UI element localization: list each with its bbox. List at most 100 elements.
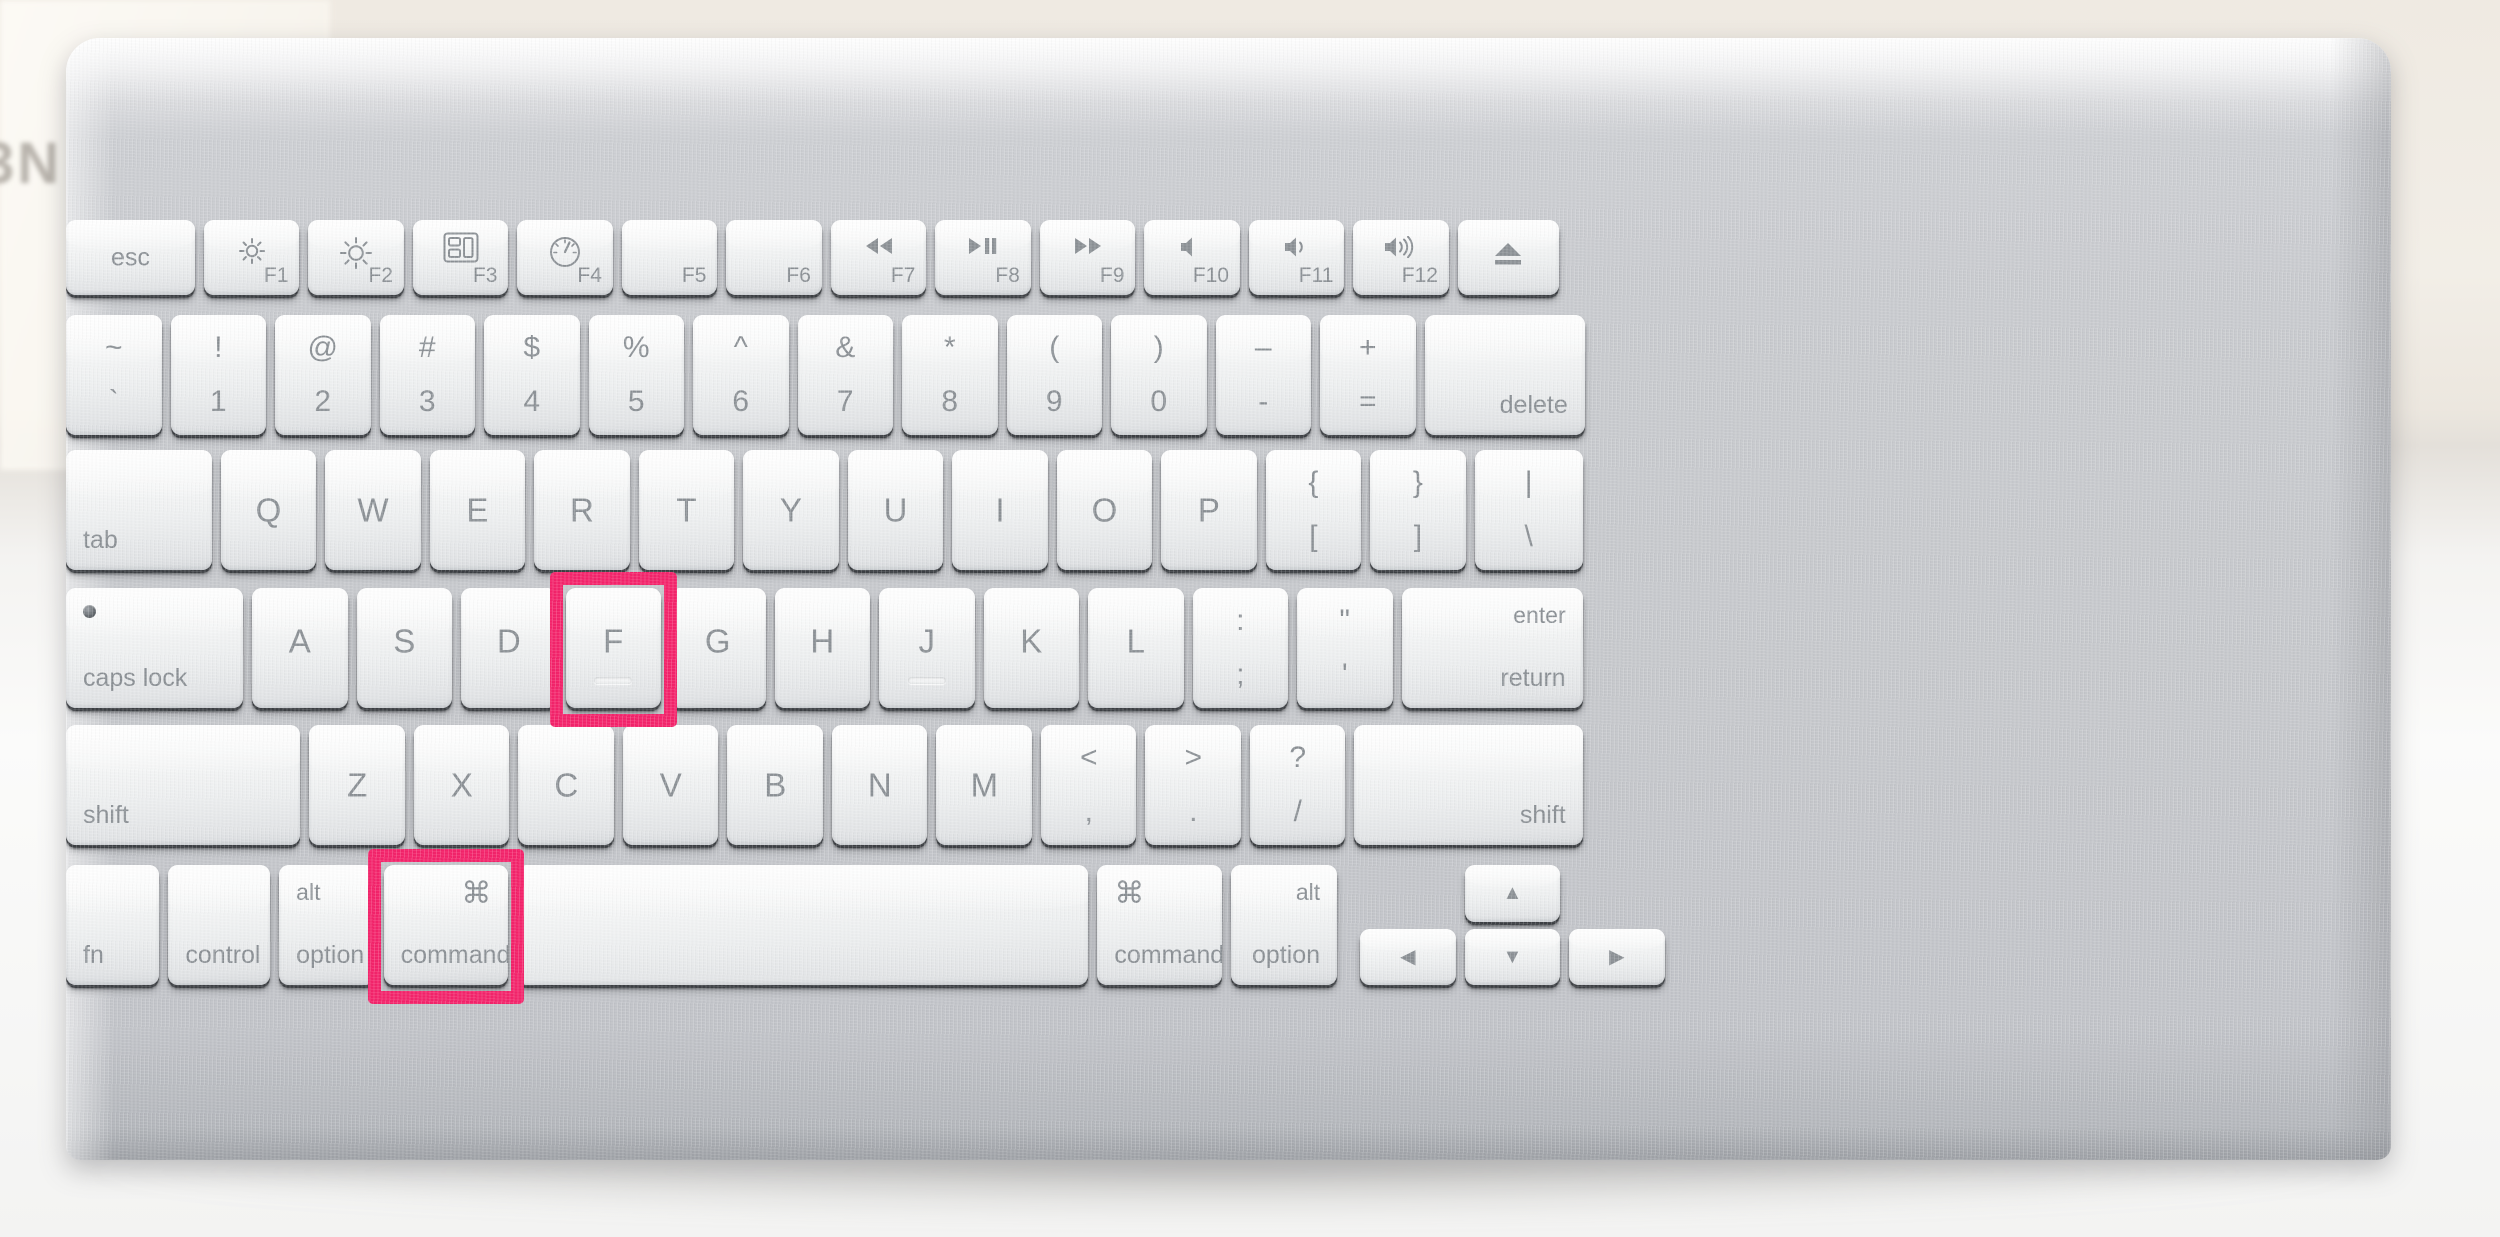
key-m[interactable]: M xyxy=(936,725,1032,845)
keyboard-body: esc F1 F2 F3 F4 F5 F6 F7 F8 F9 F10 F11 F… xyxy=(66,38,2391,1160)
key-capslock[interactable]: caps lock xyxy=(66,588,243,708)
key-label-alt-right: alt xyxy=(1295,879,1321,905)
symbol-top-minus: – xyxy=(1254,331,1272,364)
key-8[interactable]: * 8 xyxy=(902,315,998,435)
key-grave[interactable]: ~ ` xyxy=(66,315,162,435)
key-left[interactable]: ◀ xyxy=(1360,928,1456,985)
key-f5[interactable]: F5 xyxy=(621,220,718,295)
key-b[interactable]: B xyxy=(727,725,823,845)
key-0[interactable]: ) 0 xyxy=(1111,315,1207,435)
key-z[interactable]: Z xyxy=(309,725,405,845)
key-comma[interactable]: <, xyxy=(1040,725,1137,845)
key-x[interactable]: X xyxy=(413,725,510,845)
key-label-o: O xyxy=(1091,491,1118,529)
key-g[interactable]: G xyxy=(670,588,766,708)
symbol-top-9: ( xyxy=(1049,331,1060,364)
key-label-capslock: caps lock xyxy=(83,664,188,692)
key-label-q: Q xyxy=(255,491,282,529)
key-n[interactable]: N xyxy=(831,725,928,845)
key-f12[interactable]: F12 xyxy=(1353,220,1449,295)
key-label-tab: tab xyxy=(83,526,118,554)
key-semicolon[interactable]: :; xyxy=(1192,588,1288,708)
key-3[interactable]: #3 xyxy=(379,315,475,435)
key-delete[interactable]: delete xyxy=(1424,315,1585,435)
key-h[interactable]: H xyxy=(774,588,870,708)
key-4[interactable]: $4 xyxy=(484,315,580,435)
key-d[interactable]: D xyxy=(461,588,557,708)
key-backslash[interactable]: | \ xyxy=(1474,450,1583,570)
key-f2[interactable]: F2 xyxy=(308,220,404,295)
symbol-bottom-lbracket: [ xyxy=(1309,520,1318,553)
mission-control-icon xyxy=(443,232,479,263)
key-rshift[interactable]: shift xyxy=(1354,725,1583,845)
key-l[interactable]: L xyxy=(1088,588,1184,708)
key-label-g: G xyxy=(704,622,731,660)
key-f7[interactable]: F7 xyxy=(830,220,927,295)
key-f8[interactable]: F8 xyxy=(935,220,1031,295)
key-lbracket[interactable]: {[ xyxy=(1265,450,1362,570)
key-v[interactable]: V xyxy=(622,725,719,845)
key-7[interactable]: & 7 xyxy=(797,315,893,435)
key-label-s: S xyxy=(393,622,416,660)
key-s[interactable]: S xyxy=(356,588,452,708)
key-j[interactable]: J xyxy=(879,588,975,708)
key-f9[interactable]: F9 xyxy=(1039,220,1136,295)
symbol-top-equal: + xyxy=(1358,331,1377,364)
key-p[interactable]: P xyxy=(1161,450,1257,570)
key-f3[interactable]: F3 xyxy=(412,220,509,295)
key-lshift[interactable]: shift xyxy=(66,725,301,845)
key-rbracket[interactable]: }] xyxy=(1370,450,1466,570)
key-esc[interactable]: esc xyxy=(66,220,195,295)
key-1[interactable]: ! 1 xyxy=(170,315,266,435)
symbol-bottom-grave: ` xyxy=(108,385,119,418)
key-fn[interactable]: fn xyxy=(66,865,160,985)
fn-label-f4: F4 xyxy=(577,264,602,287)
key-a[interactable]: A xyxy=(252,588,348,708)
key-w[interactable]: W xyxy=(325,450,421,570)
key-space[interactable] xyxy=(517,865,1089,985)
key-q[interactable]: Q xyxy=(220,450,317,570)
key-minus[interactable]: – - xyxy=(1215,315,1311,435)
key-f1[interactable]: F1 xyxy=(203,220,300,295)
mute-icon xyxy=(1181,237,1193,257)
key-rcommand[interactable]: ⌘ command xyxy=(1097,865,1223,985)
key-e[interactable]: E xyxy=(429,450,526,570)
symbol-bottom-3: 3 xyxy=(418,385,436,418)
key-roption[interactable]: alt option xyxy=(1231,865,1338,985)
key-r[interactable]: R xyxy=(534,450,630,570)
key-f6[interactable]: F6 xyxy=(726,220,822,295)
key-label-w: W xyxy=(357,491,389,529)
key-f10[interactable]: F10 xyxy=(1144,220,1240,295)
key-right[interactable]: ▶ xyxy=(1569,928,1665,985)
key-6[interactable]: ^ 6 xyxy=(693,315,789,435)
key-up[interactable]: ▲ xyxy=(1464,865,1561,922)
volume-up-icon xyxy=(1385,236,1414,258)
key-5[interactable]: % 5 xyxy=(588,315,684,435)
symbol-bottom-period: . xyxy=(1189,795,1198,828)
key-return[interactable]: enter return xyxy=(1401,588,1583,708)
key-f4[interactable]: F4 xyxy=(517,220,613,295)
key-label-a: A xyxy=(288,622,311,660)
key-control[interactable]: control xyxy=(168,865,271,985)
key-equal[interactable]: + = xyxy=(1320,315,1416,435)
key-i[interactable]: I xyxy=(952,450,1048,570)
key-slash[interactable]: ? / xyxy=(1249,725,1346,845)
key-tab[interactable]: tab xyxy=(66,450,212,570)
key-loption[interactable]: alt option xyxy=(279,865,375,985)
key-o[interactable]: O xyxy=(1056,450,1153,570)
key-k[interactable]: K xyxy=(983,588,1079,708)
key-f11[interactable]: F11 xyxy=(1248,220,1345,295)
key-y[interactable]: Y xyxy=(743,450,839,570)
key-quote[interactable]: " ' xyxy=(1297,588,1393,708)
key-u[interactable]: U xyxy=(847,450,944,570)
dashboard-icon xyxy=(550,237,581,267)
symbol-bottom-9: 9 xyxy=(1045,385,1063,418)
eject-icon xyxy=(1495,243,1522,265)
key-eject[interactable] xyxy=(1457,220,1559,295)
key-9[interactable]: (9 xyxy=(1006,315,1102,435)
key-2[interactable]: @2 xyxy=(275,315,371,435)
key-c[interactable]: C xyxy=(518,725,614,845)
key-period[interactable]: >. xyxy=(1145,725,1241,845)
key-down[interactable]: ▼ xyxy=(1464,928,1561,985)
key-t[interactable]: T xyxy=(638,450,735,570)
